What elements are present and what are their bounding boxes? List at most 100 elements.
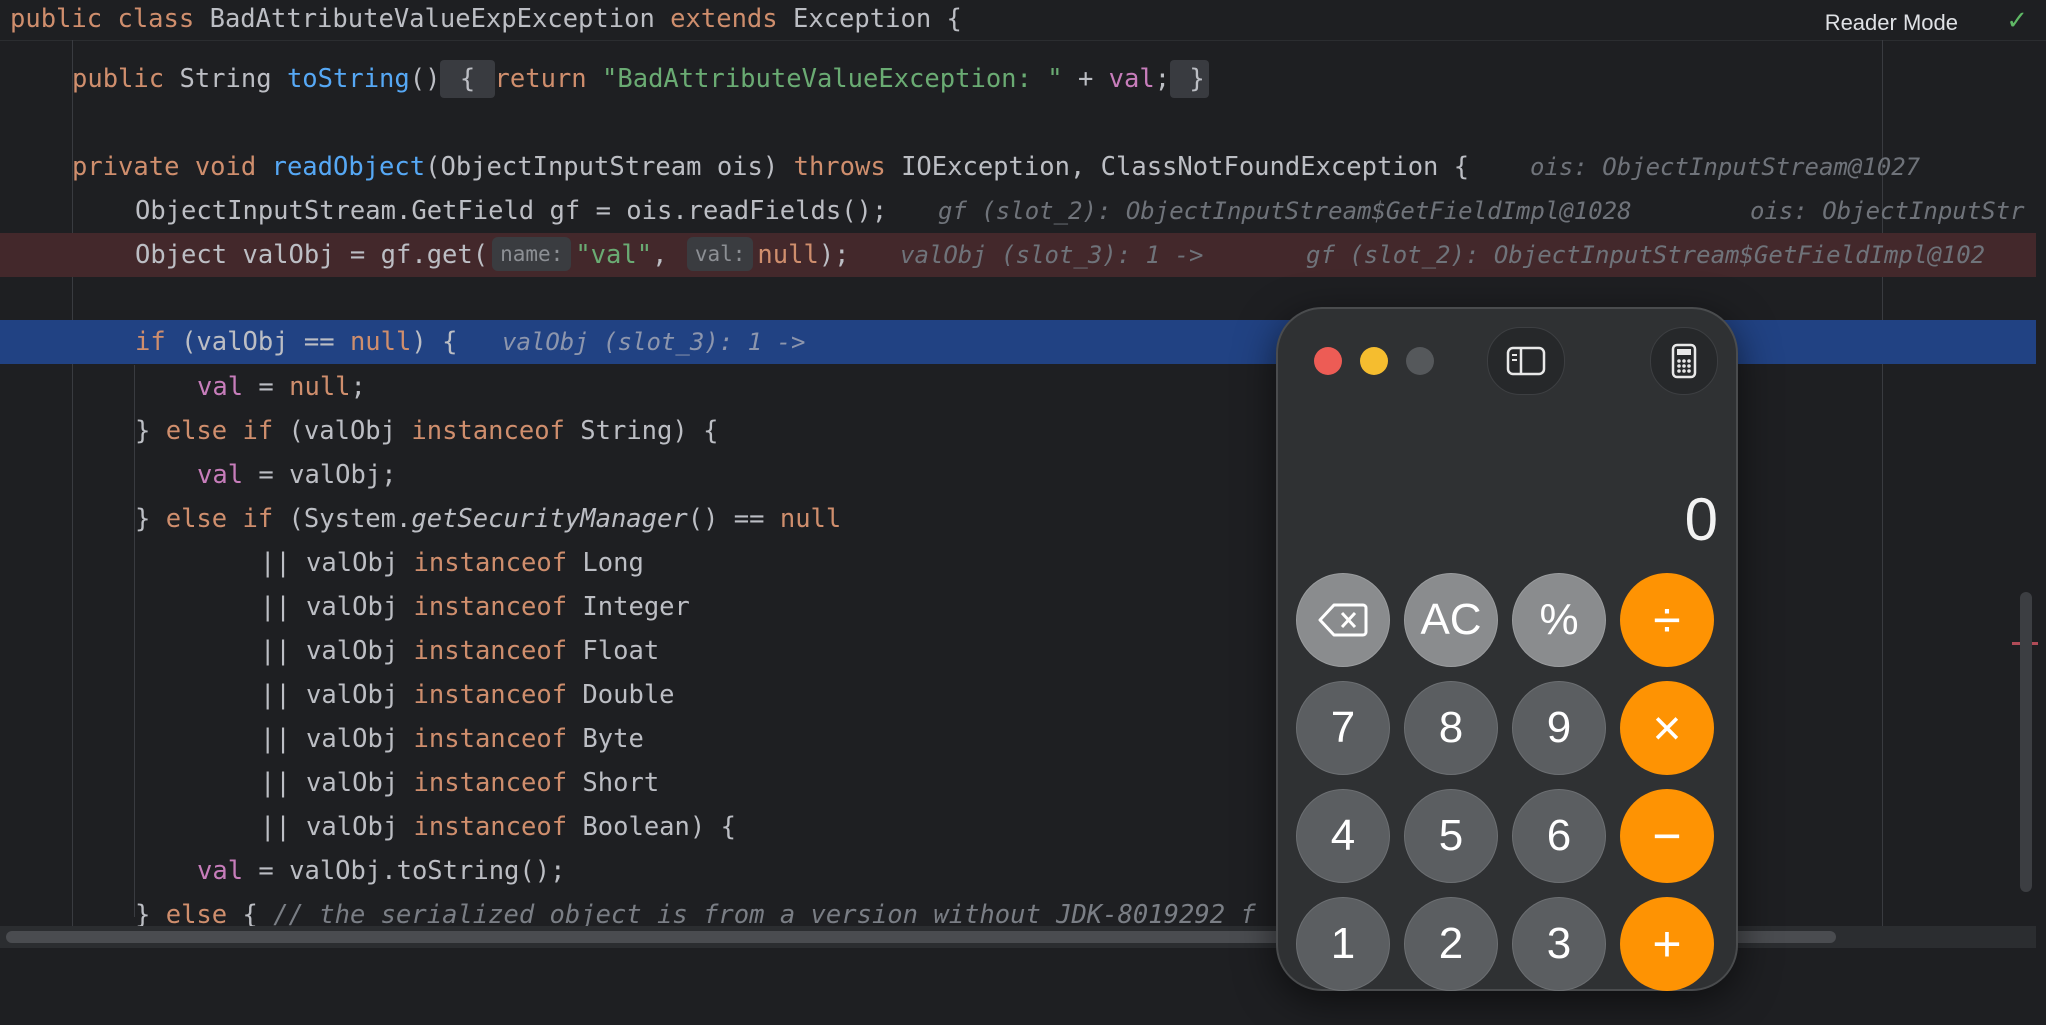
code-line[interactable]: ObjectInputStream.GetField gf = ois.read… [0,189,2036,233]
token: || valObj [260,768,414,798]
close-button[interactable] [1314,347,1342,375]
keyword: public class [10,4,210,34]
field-ref: val [197,460,244,490]
debug-inline-value: gf (slot_2): ObjectInputStream$GetFieldI… [938,197,1632,225]
token: instanceof [413,548,583,578]
code-text: ObjectInputStream.GetField gf = ois.read… [135,196,888,226]
parameter-hint: val: [686,237,754,271]
token: Boolean) { [582,812,736,842]
token: null [757,240,819,270]
token: = [243,372,290,402]
digit-1-button[interactable]: 1 [1296,897,1390,991]
method-name: toString [286,64,410,94]
code-editor[interactable]: public class BadAttributeValueExpExcepti… [0,0,2046,948]
debug-inline-value: valObj (slot_3): 1 -> [502,328,806,356]
token: instanceof [413,636,583,666]
calculator-icon[interactable] [1650,327,1718,395]
token: instanceof [413,592,583,622]
sticky-class-header: public class BadAttributeValueExpExcepti… [0,0,2046,41]
token: Double [582,680,675,710]
token: public [72,64,180,94]
superclass-name: Exception { [793,4,962,34]
token: instanceof [413,724,583,754]
percent-button[interactable]: % [1512,573,1606,667]
check-icon[interactable]: ✓ [2006,6,2028,36]
minimize-button[interactable] [1360,347,1388,375]
calculator-window[interactable]: 0 AC % ÷ 7 8 9 × 4 5 6 − 1 2 3 + [1276,307,1738,991]
multiply-button[interactable]: × [1620,681,1714,775]
token: (valObj [288,416,412,446]
debug-inline-value: gf (slot_2): ObjectInputStream$GetFieldI… [1306,241,1986,269]
vertical-scrollbar[interactable] [2020,592,2032,892]
token: || valObj [260,636,414,666]
token: Integer [582,592,690,622]
digit-8-button[interactable]: 8 [1404,681,1498,775]
token: (ObjectInputStream ois) [425,152,794,182]
keyword: extends [670,4,793,34]
parameter-hint: name: [492,237,572,271]
string-literal: "BadAttributeValueException: " [602,64,1063,94]
code-line[interactable]: private void readObject(ObjectInputStrea… [0,145,2036,189]
method-name: readObject [271,152,426,182]
token: (valObj == [181,327,350,357]
digit-5-button[interactable]: 5 [1404,789,1498,883]
token: null [779,504,842,534]
token: } [135,416,166,446]
token: , [652,240,683,270]
zoom-button[interactable] [1406,347,1434,375]
token: Object valObj = gf.get( [135,240,489,270]
sidebar-icon[interactable] [1487,327,1565,395]
folded-region-start[interactable]: { [440,60,495,98]
token: || valObj [260,680,414,710]
string-literal: "val" [575,240,653,270]
token: (System. [288,504,412,534]
token: null [349,327,412,357]
class-declaration: public class BadAttributeValueExpExcepti… [0,0,2036,41]
digit-7-button[interactable]: 7 [1296,681,1390,775]
token: instanceof [413,680,583,710]
token: Byte [582,724,644,754]
token: String [179,64,287,94]
token: } [135,504,166,534]
token: null [289,372,351,402]
token: instanceof [413,768,583,798]
token: || valObj [260,812,414,842]
digit-3-button[interactable]: 3 [1512,897,1606,991]
token: else if [165,416,289,446]
token: ; [1154,64,1171,94]
code-line[interactable]: public String toString() { return "BadAt… [0,57,2036,101]
token: || valObj [260,592,414,622]
token: = valObj.toString(); [243,856,566,886]
minus-button[interactable]: − [1620,789,1714,883]
token: ) { [411,327,458,357]
token: + [1062,64,1109,94]
digit-9-button[interactable]: 9 [1512,681,1606,775]
token: if [135,327,182,357]
digit-6-button[interactable]: 6 [1512,789,1606,883]
token: () [409,64,441,94]
token: String) { [580,416,719,446]
token: return [494,64,603,94]
class-name: BadAttributeValueExpException [209,4,671,34]
debug-inline-value: valObj (slot_3): 1 -> [900,241,1204,269]
divide-button[interactable]: ÷ [1620,573,1714,667]
backspace-button[interactable] [1296,573,1390,667]
digit-2-button[interactable]: 2 [1404,897,1498,991]
digit-4-button[interactable]: 4 [1296,789,1390,883]
all-clear-button[interactable]: AC [1404,573,1498,667]
folded-region-end[interactable]: } [1170,60,1209,98]
plus-button[interactable]: + [1620,897,1714,991]
token: ; [350,372,366,402]
field-ref: val [1108,64,1155,94]
token: Float [582,636,660,666]
token: Short [582,768,660,798]
token: || valObj [260,724,414,754]
token: instanceof [413,812,583,842]
debug-inline-value: ois: ObjectInputStr [1750,197,2025,225]
token: Long [582,548,644,578]
reader-mode-link[interactable]: Reader Mode [1825,10,1958,36]
breakpoint-line[interactable]: Object valObj = gf.get(name: "val", val: n… [0,233,2036,277]
token: () == [687,504,780,534]
token: ); [818,240,850,270]
field-ref: val [197,372,244,402]
